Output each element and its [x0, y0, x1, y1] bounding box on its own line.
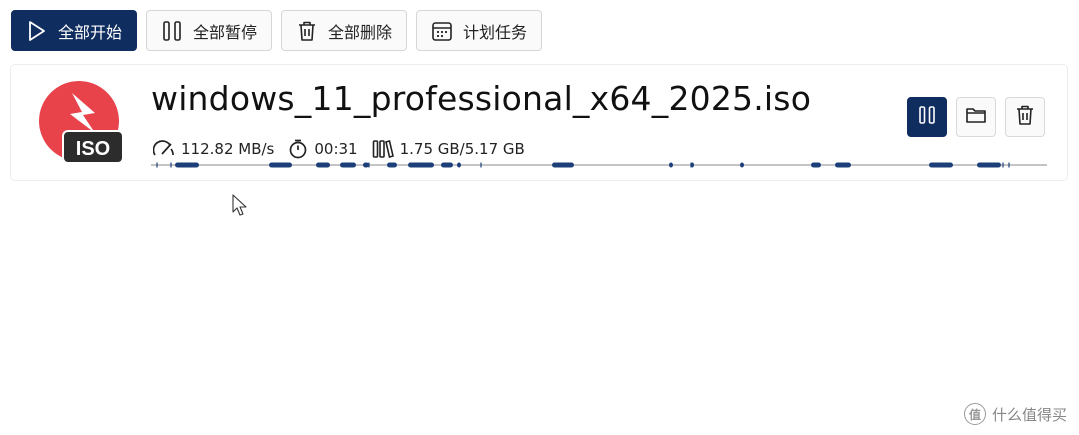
schedule-task-label: 计划任务: [463, 22, 528, 42]
progress-segment: [811, 162, 821, 168]
storage-icon: [372, 139, 394, 159]
play-icon: [26, 20, 48, 42]
svg-text:ISO: ISO: [76, 138, 110, 160]
download-item[interactable]: ISO windows_11_professional_x64_2025.iso…: [10, 64, 1068, 181]
elapsed-stat: 00:31: [288, 139, 358, 159]
size-stat: 1.75 GB/5.17 GB: [372, 139, 525, 159]
progress-segment: [408, 162, 434, 168]
elapsed-value: 00:31: [314, 140, 358, 158]
pause-icon: [161, 20, 183, 42]
watermark: 值 什么值得买: [963, 403, 1067, 425]
progress-segment: [340, 162, 356, 168]
pause-all-button[interactable]: 全部暂停: [146, 10, 273, 51]
progress-segment: [552, 162, 574, 168]
mouse-cursor-icon: [232, 194, 250, 222]
size-value: 1.75 GB/5.17 GB: [399, 140, 525, 158]
trash-icon: [296, 20, 318, 42]
progress-segment: [175, 162, 199, 168]
folder-icon: [965, 105, 987, 129]
progress-segment: [363, 162, 369, 168]
open-folder-button[interactable]: [956, 97, 996, 137]
progress-segment: [835, 162, 851, 168]
segmented-progress-bar: [151, 162, 1047, 168]
toolbar: 全部开始 全部暂停 全部删除 计划任务: [11, 10, 543, 51]
speedometer-icon: [153, 140, 175, 158]
delete-button[interactable]: [1005, 97, 1045, 137]
item-actions: [907, 97, 1045, 137]
progress-segment: [977, 162, 1001, 168]
start-all-label: 全部开始: [58, 22, 123, 42]
speed-stat: 112.82 MB/s: [153, 140, 274, 158]
progress-segment: [441, 162, 453, 168]
start-all-button[interactable]: 全部开始: [11, 10, 138, 51]
speed-value: 112.82 MB/s: [181, 140, 275, 158]
stopwatch-icon: [288, 139, 308, 159]
pause-all-label: 全部暂停: [193, 22, 258, 42]
watermark-text: 什么值得买: [991, 405, 1067, 424]
delete-all-button[interactable]: 全部删除: [281, 10, 408, 51]
progress-segment: [387, 162, 397, 168]
progress-segment: [269, 162, 292, 168]
progress-segment: [457, 162, 461, 168]
calendar-icon: [431, 20, 453, 42]
progress-segment: [669, 162, 673, 168]
trash-icon: [1015, 104, 1035, 130]
progress-segment: [740, 162, 744, 168]
iso-file-icon: ISO: [37, 81, 129, 169]
file-name: windows_11_professional_x64_2025.iso: [151, 79, 812, 118]
pause-button[interactable]: [907, 97, 947, 137]
delete-all-label: 全部删除: [328, 22, 393, 42]
pause-icon: [916, 104, 938, 130]
progress-segment: [316, 162, 330, 168]
progress-segment: [929, 162, 953, 168]
watermark-badge-icon: 值: [963, 403, 986, 425]
schedule-task-button[interactable]: 计划任务: [416, 10, 543, 51]
download-stats: 112.82 MB/s 00:31 1.75 GB/5.17 GB: [153, 139, 539, 159]
